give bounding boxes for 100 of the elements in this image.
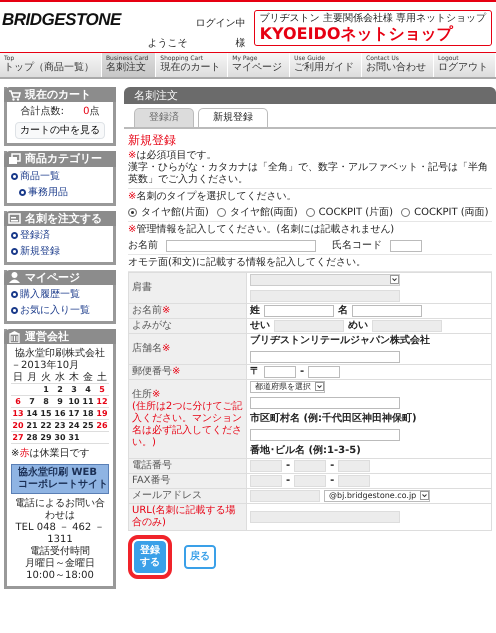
text-field[interactable] [390, 240, 422, 252]
calendar-day: 28 [26, 433, 38, 442]
corporate-site-banner[interactable]: 協永堂印刷 WEB コーポレートサイト [11, 464, 109, 494]
dash-text: - [286, 474, 290, 487]
contact-text: 月曜日～金曜日10:00～18:00 [24, 558, 96, 582]
front-prompt: オモテ面(和文)に記載する情報を記入してください。 [128, 256, 367, 269]
calendar-day: 2 [57, 385, 63, 394]
dropdown[interactable]: 都道府県を選択 [250, 380, 325, 393]
field-caption: 市区町村名 (例:千代田区神田神保町) [250, 412, 417, 425]
row-label: メールアドレス [132, 490, 203, 502]
form-tab[interactable]: 新規登録 [198, 108, 268, 128]
dash-text: - [286, 460, 290, 472]
text-field[interactable] [264, 366, 296, 378]
field-caption: めい [348, 320, 368, 332]
count-label: 合計点数: [20, 106, 64, 118]
dash-text: - [330, 474, 334, 487]
honorific-text: 様 [236, 38, 246, 50]
row-label: 肩書 [132, 282, 153, 294]
radio-button[interactable] [306, 208, 315, 218]
text-field[interactable] [264, 304, 334, 317]
radio-label[interactable]: タイヤ館(片面) [141, 206, 209, 219]
row-label: 住所※ [132, 388, 162, 400]
bullet-icon [11, 232, 18, 240]
calendar-day: 5 [99, 385, 105, 394]
weekday-label: 水 [55, 372, 65, 384]
holiday-note: ※赤は休業日です [11, 448, 90, 460]
calendar-day: 17 [68, 409, 80, 418]
sidebar-link[interactable]: お気に入り一覧 [11, 304, 109, 317]
caret-icon [420, 491, 430, 500]
weekday-label: 木 [69, 372, 79, 384]
section-header: 現在のカート [4, 87, 116, 102]
cart-count: 0点 [83, 106, 100, 118]
section-header: 名刺を注文する [4, 210, 116, 226]
calendar-day: 4 [85, 385, 91, 394]
radio-button[interactable] [216, 208, 226, 218]
input-instructions: 漢字・ひらがな・カタカナは「全角」で、数字・アルファベット・記号は「半角英数」でご入力ください。 [128, 162, 489, 186]
required-note: ※は必須項目です。 [128, 150, 218, 162]
calendar-day: 25 [82, 421, 94, 430]
login-status: ログイン中 [196, 18, 246, 30]
row-label: FAX番号 [132, 474, 172, 487]
calendar-day: 6 [15, 397, 21, 406]
caret-icon [315, 382, 324, 392]
radio-label[interactable]: COCKPIT (片面) [318, 206, 394, 219]
radio-label[interactable]: COCKPIT (両面) [414, 206, 489, 219]
calendar-day: 19 [96, 409, 108, 418]
text-field[interactable] [250, 350, 400, 363]
radio-button[interactable] [401, 208, 410, 218]
bullet-icon [11, 291, 18, 298]
dropdown[interactable]: @bj.bridgestone.co.jp [324, 490, 430, 502]
calendar-day: 18 [82, 409, 94, 418]
sidebar-link[interactable]: 新規登録 [11, 246, 109, 258]
section-header: マイページ [4, 270, 116, 285]
shop-banner[interactable]: ブリヂストン 主要関係会社様 専用ネットショップ KYOEIDOネットショップ [254, 10, 492, 46]
text-field[interactable] [352, 304, 422, 317]
calendar-day: 15 [40, 409, 52, 418]
bullet-icon [19, 189, 26, 196]
dash-text: - [330, 460, 334, 472]
sidebar-link[interactable]: 事務用品 [19, 186, 109, 199]
shop-name: KYOEIDOネットショップ [260, 25, 454, 43]
text-field[interactable] [250, 396, 400, 409]
caret-icon [390, 275, 399, 284]
view-cart-button[interactable]: カートの中を見る [15, 122, 105, 140]
calendar-day: 29 [40, 433, 52, 442]
field-caption: 名 [338, 304, 348, 317]
calendar-day: 14 [26, 409, 38, 418]
company-name: 協永堂印刷株式会社 [14, 348, 106, 360]
bullet-icon [11, 173, 18, 180]
calendar-day: 26 [96, 421, 108, 430]
calendar-day: 3 [71, 385, 77, 394]
text-field[interactable] [250, 428, 400, 441]
radio-label[interactable]: タイヤ館(両面) [230, 206, 298, 219]
document-icon [8, 212, 21, 224]
card-type-prompt: ※名刺のタイプを選択してください。 [128, 190, 298, 203]
calendar-day: 20 [12, 421, 24, 430]
logo-text[interactable]: BRIDGESTONE [0, 10, 121, 52]
calendar-day: 10 [68, 397, 80, 406]
contact-text: TEL 048 － 462 － 1311 [14, 522, 106, 546]
radio-button[interactable] [128, 208, 137, 218]
row-label: よみがな [132, 320, 173, 332]
sidebar-link[interactable]: 購入履歴一覧 [11, 288, 109, 301]
welcome-text: ようこそ [148, 38, 188, 50]
weekday-label: 火 [41, 372, 51, 384]
weekday-label: 金 [83, 372, 93, 384]
calendar-day: 22 [40, 421, 52, 430]
section-header: 商品カテゴリー [4, 151, 116, 167]
weekday-label: 土 [97, 372, 107, 384]
calendar-day: 7 [29, 397, 35, 406]
row-label: 店舗名※ [132, 342, 172, 355]
field-label: お名前 [128, 240, 158, 252]
text-field[interactable] [308, 366, 340, 378]
section-header: 運営会社 [4, 328, 116, 344]
calendar-day: 23 [54, 421, 66, 430]
sidebar-link[interactable]: 登録済 [11, 230, 109, 242]
text-field[interactable] [166, 240, 316, 252]
bullet-icon [11, 248, 18, 256]
form-tab[interactable]: 登録済 [134, 108, 194, 128]
contact-text: 電話受付時間 [29, 546, 91, 558]
row-label: 電話番号 [132, 460, 173, 472]
field-caption: 〒 [250, 366, 260, 378]
sidebar-link[interactable]: 商品一覧 [11, 170, 109, 183]
